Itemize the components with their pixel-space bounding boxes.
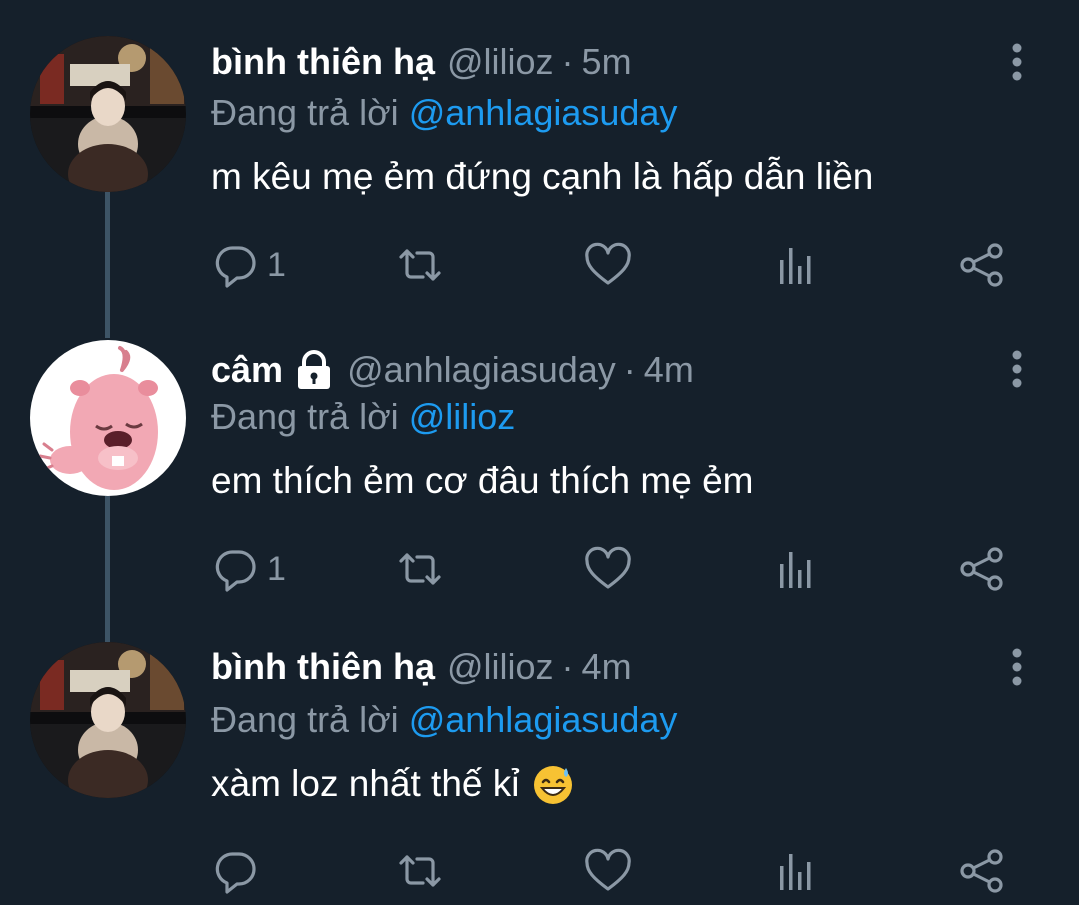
- views-button[interactable]: [771, 544, 821, 594]
- share-icon: [960, 547, 1003, 591]
- user-handle[interactable]: @lilioz: [447, 41, 554, 83]
- tweet-actions: [211, 846, 1011, 896]
- tweet-actions: 1: [211, 240, 1011, 290]
- views-button[interactable]: [771, 240, 821, 290]
- retweet-button[interactable]: [395, 240, 445, 290]
- reply-count: 1: [267, 245, 286, 284]
- tweet[interactable]: câm @anhlagiasuday · 4m Đang trả lời@li: [0, 320, 1079, 625]
- lock-icon: [293, 349, 335, 391]
- more-options-icon: [1012, 350, 1022, 388]
- heart-icon: [585, 546, 631, 589]
- reply-icon: [215, 246, 256, 288]
- tweet-text: m kêu mẹ ẻm đứng cạnh là hấp dẫn liền: [211, 156, 873, 198]
- like-button[interactable]: [583, 544, 633, 594]
- mention-link[interactable]: @anhlagiasuday: [409, 699, 678, 740]
- like-button[interactable]: [583, 846, 633, 896]
- tweet[interactable]: bình thiên hạ @lilioz · 4m Đang trả lời @…: [0, 625, 1079, 905]
- tweet[interactable]: bình thiên hạ @lilioz · 5m Đang trả lời @…: [0, 0, 1079, 320]
- avatar[interactable]: [30, 36, 186, 192]
- separator: ·: [623, 349, 636, 390]
- display-name[interactable]: bình thiên hạ: [211, 41, 435, 83]
- user-handle[interactable]: @lilioz: [447, 646, 554, 688]
- tweet-text-body: xàm loz nhất thế kỉ: [211, 763, 520, 804]
- tweet-actions: 1: [211, 544, 1011, 594]
- share-icon: [960, 849, 1003, 893]
- like-button[interactable]: [583, 240, 633, 290]
- heart-icon: [585, 848, 631, 891]
- reply-count: 1: [267, 549, 286, 588]
- separator: ·: [561, 646, 574, 687]
- mention-link[interactable]: @lilioz: [409, 396, 516, 437]
- views-icon: [780, 248, 811, 284]
- tweet-text-body: em thích ẻm cơ đâu thích mẹ ẻm: [211, 460, 754, 501]
- replying-label: Đang trả lời: [211, 92, 399, 133]
- person-photo-avatar: [30, 642, 186, 798]
- timestamp[interactable]: 4m: [644, 349, 694, 391]
- more-options-button[interactable]: [1001, 39, 1033, 85]
- separator: ·: [561, 41, 574, 82]
- retweet-icon: [399, 553, 441, 585]
- retweet-button[interactable]: [395, 846, 445, 896]
- heart-icon: [585, 242, 631, 285]
- replying-to: Đang trả lời @anhlagiasuday: [211, 92, 677, 134]
- timestamp[interactable]: 4m: [582, 646, 632, 688]
- person-photo-avatar: [30, 36, 186, 192]
- more-options-icon: [1012, 648, 1022, 686]
- replying-to: Đang trả lời @lilioz: [211, 396, 515, 438]
- share-button[interactable]: [957, 544, 1007, 594]
- more-options-icon: [1012, 43, 1022, 81]
- reply-button[interactable]: [211, 846, 261, 896]
- tweet-text: em thích ẻm cơ đâu thích mẹ ẻm: [211, 460, 753, 502]
- share-button[interactable]: [957, 240, 1007, 290]
- more-options-button[interactable]: [1001, 346, 1033, 392]
- tweet-text: xàm loz nhất thế kỉ: [211, 762, 575, 806]
- avatar[interactable]: [30, 642, 186, 798]
- replying-to: Đang trả lời @anhlagiasuday: [211, 699, 677, 741]
- conversation-thread: bình thiên hạ @lilioz · 5m Đang trả lời @…: [0, 0, 1079, 905]
- pink-beaver-avatar: [30, 340, 186, 496]
- replying-label: Đang trả lời: [211, 396, 399, 437]
- more-options-button[interactable]: [1001, 644, 1033, 690]
- reply-icon: [215, 852, 256, 894]
- reply-button[interactable]: 1: [211, 240, 286, 290]
- share-button[interactable]: [957, 846, 1007, 896]
- tweet-text-body: m kêu mẹ ẻm đứng cạnh là hấp dẫn liền: [211, 156, 874, 197]
- user-handle[interactable]: @anhlagiasuday: [347, 349, 616, 391]
- mention-link[interactable]: @anhlagiasuday: [409, 92, 678, 133]
- reply-button[interactable]: 1: [211, 544, 286, 594]
- views-button[interactable]: [771, 846, 821, 896]
- replying-label: Đang trả lời: [211, 699, 399, 740]
- display-name[interactable]: câm: [211, 349, 283, 391]
- reply-icon: [215, 550, 256, 592]
- share-icon: [960, 243, 1003, 287]
- grinning-face-with-sweat-emoji: [531, 762, 575, 806]
- timestamp[interactable]: 5m: [582, 41, 632, 83]
- retweet-button[interactable]: [395, 544, 445, 594]
- views-icon: [780, 552, 811, 588]
- retweet-icon: [399, 855, 441, 887]
- views-icon: [780, 854, 811, 890]
- display-name[interactable]: bình thiên hạ: [211, 646, 435, 688]
- retweet-icon: [399, 249, 441, 281]
- avatar[interactable]: [30, 340, 186, 496]
